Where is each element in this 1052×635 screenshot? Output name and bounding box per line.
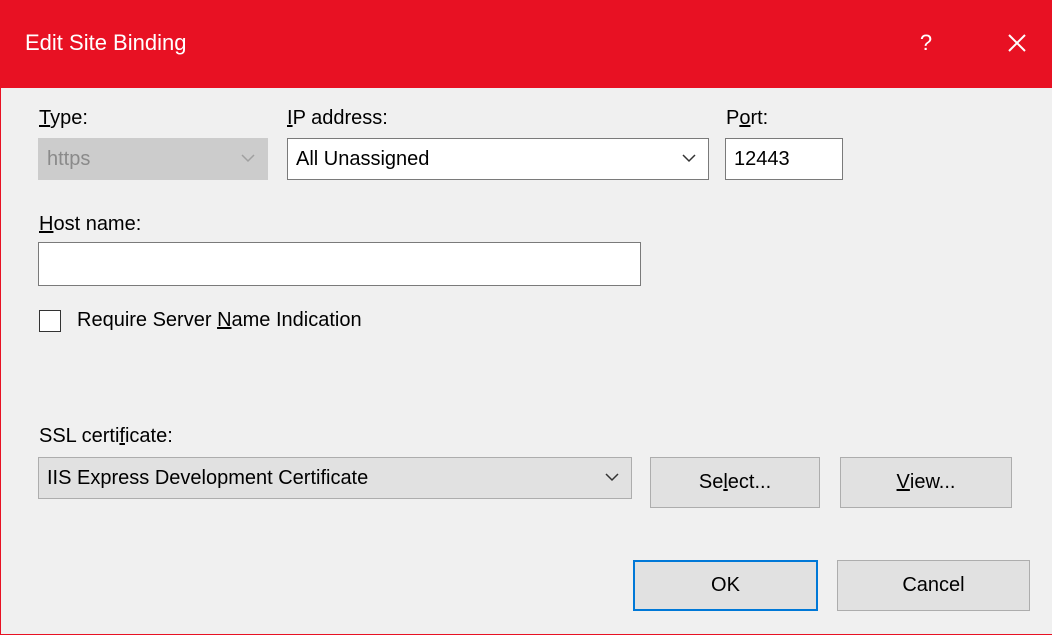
title-bar: Edit Site Binding ?	[0, 0, 1052, 88]
type-value: https	[47, 148, 91, 170]
type-select[interactable]: https	[38, 138, 268, 180]
host-name-input[interactable]	[38, 242, 641, 286]
require-sni-checkbox[interactable]	[39, 310, 61, 332]
help-button[interactable]: ?	[896, 20, 956, 66]
port-label: Port:	[726, 107, 769, 129]
chevron-down-icon	[241, 154, 255, 163]
cancel-button[interactable]: Cancel	[837, 560, 1030, 611]
chevron-down-icon	[682, 154, 696, 163]
port-value: 12443	[734, 148, 790, 170]
chevron-down-icon	[605, 473, 619, 482]
type-label: Type:	[39, 107, 88, 129]
port-input[interactable]: 12443	[725, 138, 843, 180]
help-glyph: ?	[919, 30, 933, 55]
ip-address-label: IP address:	[287, 107, 388, 129]
select-certificate-button[interactable]: Se l ect...	[650, 457, 820, 508]
dialog-body: Type: https IP address: All Unassigned P…	[0, 88, 1052, 635]
ip-address-value: All Unassigned	[296, 148, 430, 170]
ssl-certificate-value: IIS Express Development Certificate	[47, 467, 369, 489]
view-certificate-button[interactable]: View...	[840, 457, 1012, 508]
close-button[interactable]	[987, 20, 1047, 66]
close-icon	[1008, 34, 1026, 52]
ssl-certificate-select[interactable]: IIS Express Development Certificate	[38, 457, 632, 499]
host-name-label: Host name:	[39, 213, 142, 235]
ssl-certificate-label: SSL certificate:	[39, 425, 173, 447]
ok-button[interactable]: OK	[633, 560, 818, 611]
ip-address-select[interactable]: All Unassigned	[287, 138, 709, 180]
require-sni-label[interactable]: Require Server Name Indication	[77, 307, 362, 333]
dialog-title: Edit Site Binding	[25, 30, 187, 55]
